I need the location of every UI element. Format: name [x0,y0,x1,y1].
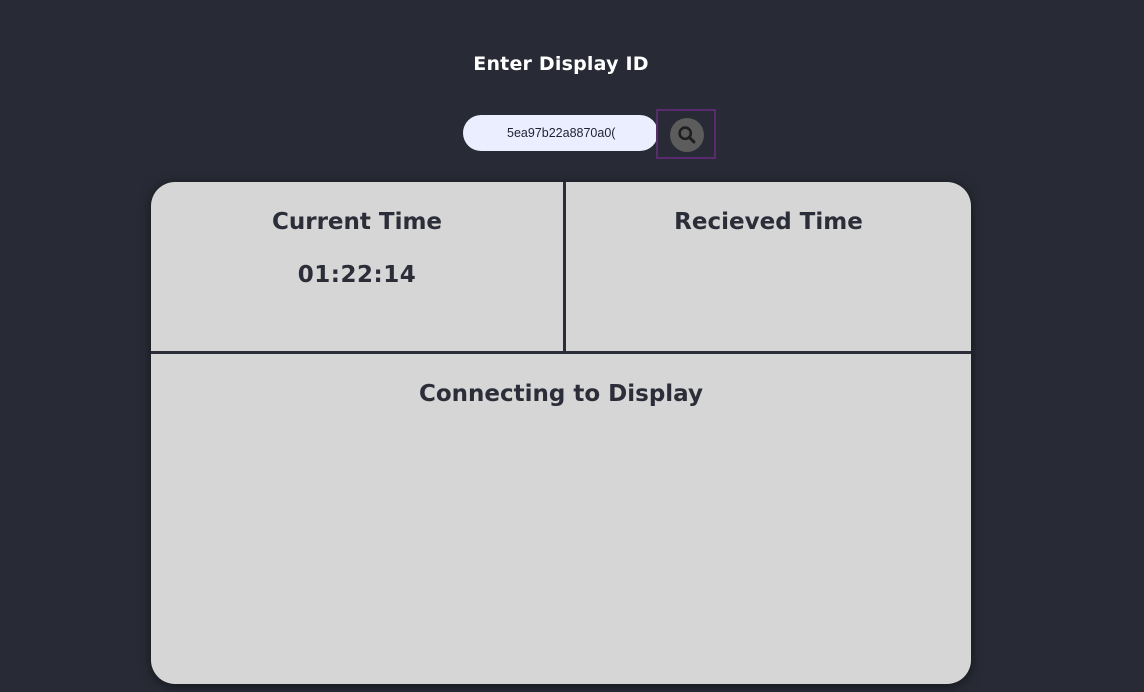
display-id-input[interactable] [463,115,658,151]
current-time-value: 01:22:14 [297,262,417,288]
search-icon [670,118,704,152]
current-time-cell: Current Time 01:22:14 [151,182,563,351]
connection-status-text: Connecting to Display [418,381,703,407]
current-time-label: Current Time [271,209,443,235]
search-button[interactable] [656,109,716,159]
display-panel: Current Time 01:22:14 Recieved Time Conn… [151,182,971,684]
received-time-label: Recieved Time [674,209,863,235]
page-title: Enter Display ID [473,53,649,75]
connection-status-cell: Connecting to Display [151,354,971,684]
received-time-cell: Recieved Time [566,182,971,351]
